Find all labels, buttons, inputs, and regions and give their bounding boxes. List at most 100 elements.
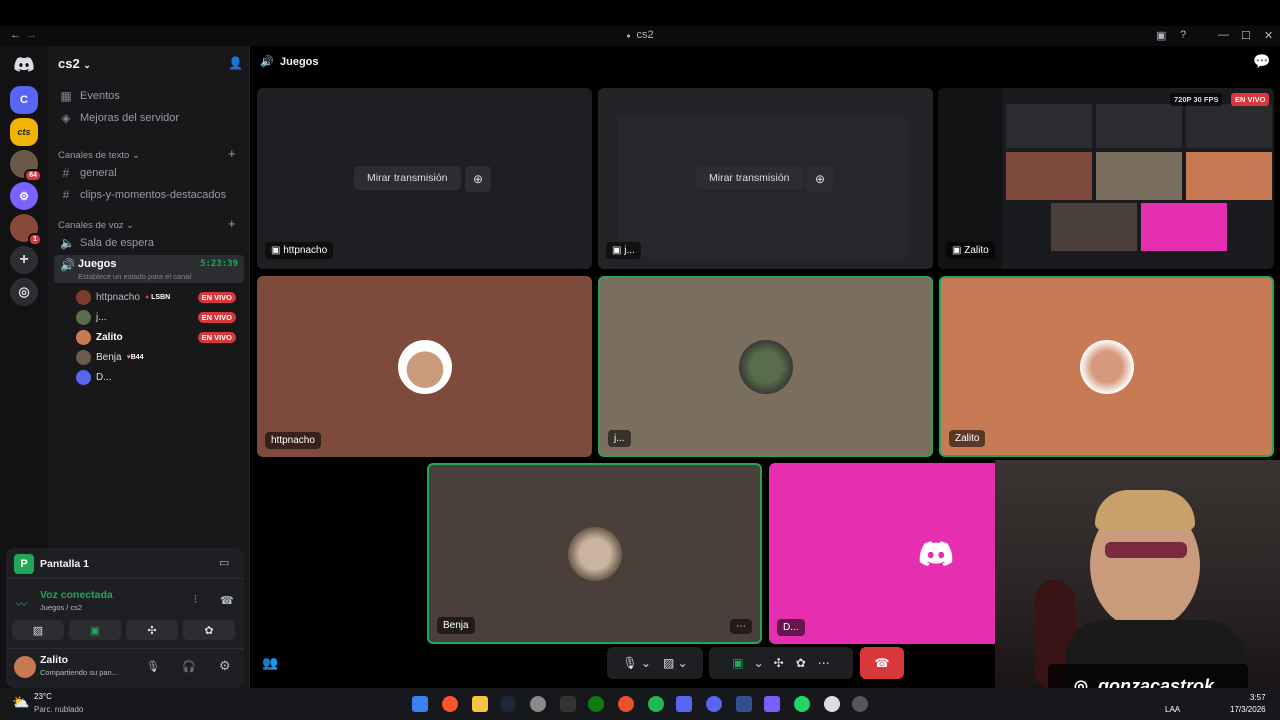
stream-tile[interactable]: Mirar transmisión ⊕ ▣ j... xyxy=(598,88,933,269)
server-icon-5[interactable]: 1 xyxy=(10,214,42,246)
chevron-down-icon: ⌄ xyxy=(753,656,764,670)
camera-off-button[interactable]: ▨ xyxy=(12,620,64,640)
help-icon[interactable]: ? xyxy=(1180,29,1186,41)
clock-date[interactable]: 17/3/2026 xyxy=(1230,705,1266,714)
soundboard-icon: ✿ xyxy=(204,624,214,637)
boosts-item[interactable]: ◈ Mejoras del servidor xyxy=(54,108,244,128)
more-options-icon[interactable]: ⋯ xyxy=(730,619,752,634)
discord-home-icon[interactable] xyxy=(10,50,38,78)
stream-tile[interactable]: Mirar transmisión ⊕ ▣ httpnacho xyxy=(257,88,592,269)
inbox-icon[interactable]: ▣ xyxy=(1156,29,1166,42)
voice-location[interactable]: Juegos / cs2 xyxy=(40,603,82,612)
minimize-icon[interactable]: — xyxy=(1218,29,1229,41)
noise-suppression-icon[interactable]: ⫶ xyxy=(194,594,197,607)
maximize-icon[interactable]: ☐ xyxy=(1241,29,1251,42)
chat-icon[interactable]: 💬 xyxy=(1253,53,1270,70)
app-icon[interactable] xyxy=(736,696,752,712)
live-badge: EN VIVO xyxy=(197,331,236,343)
watch-stream-button[interactable]: Mirar transmisión xyxy=(696,166,803,190)
whatsapp-icon[interactable] xyxy=(794,696,810,712)
stop-stream-icon[interactable]: ▭ xyxy=(219,556,229,569)
hash-icon: # xyxy=(62,166,70,180)
more-icon: ⋯ xyxy=(817,656,830,670)
weather-temp[interactable]: 23°C xyxy=(34,692,52,701)
server-icon-3[interactable]: 64 xyxy=(10,150,42,182)
channel-status-hint[interactable]: Establece un estado para el canal xyxy=(78,272,191,281)
settings-gear-icon[interactable]: ⚙ xyxy=(219,658,231,674)
text-category[interactable]: Canales de texto ⌄ xyxy=(58,150,140,161)
steam-icon[interactable] xyxy=(500,696,516,712)
language-indicator[interactable]: LAA xyxy=(1165,705,1180,714)
user-panel: P Pantalla 1 ▭ 〰 Voz conectada Juegos / … xyxy=(6,548,244,688)
member-row[interactable]: Benja ♥B44 xyxy=(76,348,242,366)
events-item[interactable]: ▦ Eventos xyxy=(54,86,244,106)
avatar xyxy=(76,329,91,345)
disconnect-button[interactable]: ☎ xyxy=(860,647,904,679)
watch-popout-icon[interactable]: ⊕ xyxy=(465,166,491,192)
server-badge: 64 xyxy=(24,169,42,182)
user-name[interactable]: Zalito xyxy=(40,654,68,666)
activities-button[interactable]: ✣ xyxy=(126,620,178,640)
gear-server-icon[interactable]: ⚙ xyxy=(10,182,38,210)
member-row[interactable]: Zalito EN VIVO xyxy=(76,328,242,346)
epic-icon[interactable] xyxy=(560,696,576,712)
stream-app-icon: P xyxy=(14,554,34,574)
add-server-icon[interactable]: + xyxy=(10,246,38,274)
voice-category[interactable]: Canales de voz ⌄ xyxy=(58,220,134,231)
obs-icon[interactable] xyxy=(824,696,840,712)
signal-icon[interactable]: 〰 xyxy=(16,596,27,612)
invite-to-call-icon[interactable]: 👥 xyxy=(262,655,278,671)
live-stream-tile[interactable]: 720P 30 FPS EN VIVO ▣ Zalito xyxy=(938,88,1274,269)
share-controls[interactable]: ▣ ⌄ ✣ ✿ ⋯ xyxy=(709,647,853,679)
participant-name: httpnacho xyxy=(265,432,321,449)
spotify-icon[interactable] xyxy=(648,696,664,712)
watch-popout-icon[interactable]: ⊕ xyxy=(807,166,833,192)
discord-icon[interactable] xyxy=(706,696,722,712)
mic-control[interactable]: 🎙 ⌄ ▨ ⌄ xyxy=(607,647,703,679)
voice-status[interactable]: Voz conectada xyxy=(40,589,113,601)
explorer-icon[interactable] xyxy=(472,696,488,712)
app-icon[interactable] xyxy=(530,696,546,712)
user-avatar[interactable] xyxy=(14,656,36,678)
participant-tile[interactable]: Zalito xyxy=(939,276,1274,457)
screen-share-button[interactable]: ▣ xyxy=(69,620,121,640)
participant-name: D... xyxy=(777,619,805,636)
watch-stream-button[interactable]: Mirar transmisión xyxy=(354,166,461,190)
headphones-icon[interactable]: 🎧 xyxy=(182,660,196,673)
clock-time[interactable]: 3:57 xyxy=(1250,693,1266,702)
avatar xyxy=(76,289,91,305)
weather-desc[interactable]: Parc. nublado xyxy=(34,705,83,714)
participant-tile[interactable]: httpnacho xyxy=(257,276,592,457)
channel-clips[interactable]: # clips-y-momentos-destacados xyxy=(54,185,244,205)
channel-juegos-active[interactable]: 🔊 Juegos 5:23:39 Establece un estado par… xyxy=(54,255,244,283)
channel-general[interactable]: # general xyxy=(54,163,244,183)
app-icon[interactable] xyxy=(852,696,868,712)
windows-start-icon[interactable] xyxy=(412,696,428,712)
close-icon[interactable]: ✕ xyxy=(1264,29,1273,42)
avatar xyxy=(738,339,793,394)
server-icon-cts[interactable]: cts xyxy=(10,118,38,146)
member-row[interactable]: j... EN VIVO xyxy=(76,308,242,326)
hang-up-icon: ☎ xyxy=(874,656,890,670)
mic-icon[interactable]: 🎙 xyxy=(146,660,160,673)
channel-sala-espera[interactable]: 🔈 Sala de espera xyxy=(54,233,244,253)
xbox-icon[interactable] xyxy=(588,696,604,712)
soundboard-button[interactable]: ✿ xyxy=(183,620,235,640)
game-icon[interactable] xyxy=(676,696,692,712)
participant-tile[interactable]: Benja ⋯ xyxy=(427,463,762,644)
member-row[interactable]: D... xyxy=(76,368,242,386)
server-badge-2: 1 xyxy=(28,233,42,246)
app-icon[interactable] xyxy=(618,696,634,712)
taskbar: ⛅ 23°C Parc. nublado LAA 3:57 17/3/2026 xyxy=(0,688,1280,720)
invite-icon[interactable]: 👤 xyxy=(228,56,243,70)
app-icon[interactable] xyxy=(764,696,780,712)
participant-tile[interactable]: j... xyxy=(598,276,933,457)
disconnect-icon[interactable]: ☎ xyxy=(220,594,234,607)
discover-icon[interactable]: ◎ xyxy=(10,278,38,306)
server-name[interactable]: cs2 ⌄ xyxy=(58,56,91,71)
brave-icon[interactable] xyxy=(442,696,458,712)
add-text-channel-icon[interactable]: + xyxy=(228,146,236,161)
member-row[interactable]: httpnacho ● LSBN EN VIVO xyxy=(76,288,242,306)
server-icon-c[interactable]: C xyxy=(10,86,38,114)
add-voice-channel-icon[interactable]: + xyxy=(228,216,236,231)
